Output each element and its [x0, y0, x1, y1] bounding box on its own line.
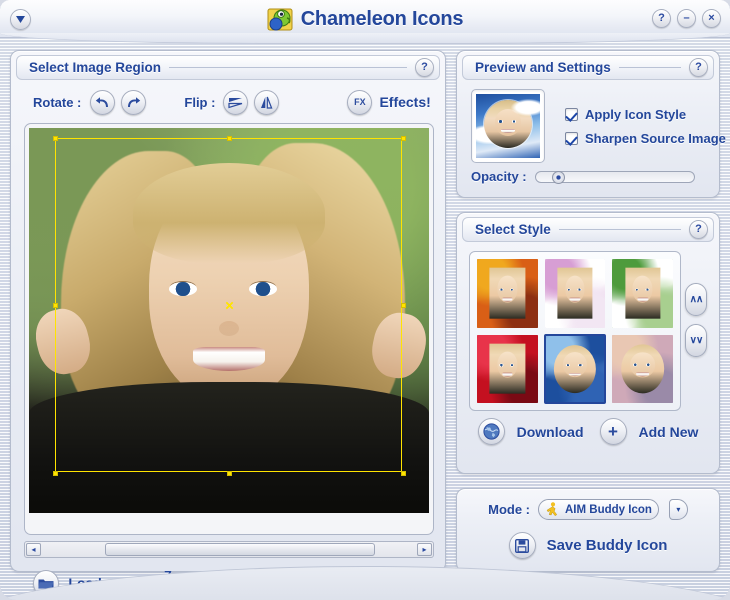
style-thumbnail-red-roses[interactable] [476, 334, 539, 405]
header-rule [169, 67, 407, 68]
add-new-button[interactable]: + [599, 418, 627, 445]
crop-center-marker[interactable] [223, 299, 236, 312]
region-help-button[interactable]: ? [415, 58, 434, 77]
checkbox-box[interactable] [565, 132, 578, 145]
style-thumbnail-green-ivy[interactable] [611, 258, 674, 329]
flip-horizontal-button[interactable] [223, 89, 249, 115]
save-buddy-icon-label[interactable]: Save Buddy Icon [547, 537, 668, 554]
help-button[interactable]: ? [652, 9, 671, 28]
image-tools-row: Rotate : Flip : FX Effects! [11, 84, 445, 120]
sharpen-source-image-checkbox[interactable]: Sharpen Source Image [565, 131, 726, 146]
flip-vertical-button[interactable] [254, 89, 280, 115]
chameleon-icon [267, 6, 293, 32]
crop-handle-middle-right[interactable] [401, 303, 406, 308]
style-portrait [489, 267, 525, 319]
style-action-row: Download + Add New [457, 418, 719, 445]
preview-portrait [484, 100, 532, 148]
download-label[interactable]: Download [517, 424, 584, 440]
style-portrait [625, 267, 661, 319]
region-panel-title: Select Image Region [29, 60, 162, 75]
apply-icon-style-label: Apply Icon Style [585, 107, 687, 122]
opacity-control: Opacity : [471, 169, 695, 184]
select-style-panel: Select Style ? ∧∧ ∨∨ Download + Add New [456, 212, 720, 474]
crop-handle-bottom-left[interactable] [53, 471, 58, 476]
preview-panel-title: Preview and Settings [475, 60, 611, 75]
title-center: Chameleon Icons [0, 3, 730, 35]
apply-icon-style-checkbox[interactable]: Apply Icon Style [565, 107, 686, 122]
opacity-slider-track[interactable] [534, 170, 695, 184]
rotate-right-button[interactable] [121, 89, 147, 115]
sharpen-source-image-label: Sharpen Source Image [585, 131, 726, 146]
style-thumbnail-blue-sky-clouds[interactable] [543, 333, 607, 404]
style-thumbnail-autumn-leaves[interactable] [476, 258, 539, 329]
minimize-button[interactable]: – [677, 9, 696, 28]
scroll-left-button[interactable]: ◂ [26, 543, 41, 556]
application-window: Chameleon Icons ? – × Select Image Regio… [0, 0, 730, 600]
mode-row: Mode : AIM Buddy Icon ▾ [457, 499, 719, 520]
header-rule [618, 67, 681, 68]
save-row: Save Buddy Icon [457, 532, 719, 559]
scrollbar-track[interactable] [42, 543, 416, 556]
save-buddy-icon-button[interactable] [508, 532, 536, 559]
opacity-slider-knob[interactable] [551, 170, 565, 184]
add-new-label[interactable]: Add New [639, 424, 699, 440]
style-scroll-down-button[interactable]: ∨∨ [685, 324, 707, 357]
mode-dropdown[interactable]: AIM Buddy Icon [538, 499, 659, 520]
rotate-right-icon [128, 96, 141, 107]
style-thumbnail-pink-blossom[interactable] [544, 258, 607, 329]
crop-handle-middle-left[interactable] [53, 303, 58, 308]
style-portrait [557, 267, 593, 319]
style-thumbnail-sunset-dusk[interactable] [611, 334, 674, 405]
style-grid[interactable] [469, 251, 681, 411]
style-portrait [553, 344, 597, 393]
scroll-right-button[interactable]: ▸ [417, 543, 432, 556]
style-panel-title: Select Style [475, 222, 551, 237]
effects-badge[interactable]: FX [347, 89, 373, 115]
image-canvas-container[interactable] [24, 123, 434, 535]
title-bar: Chameleon Icons ? – × [0, 0, 730, 44]
rotate-label: Rotate : [33, 94, 82, 110]
floppy-disk-icon [515, 538, 530, 553]
globe-icon [483, 423, 500, 440]
flip-label: Flip : [184, 94, 216, 110]
crop-handle-top-left[interactable] [53, 136, 58, 141]
style-help-button[interactable]: ? [689, 220, 708, 239]
window-buttons: ? – × [652, 9, 721, 28]
crop-selection-rectangle[interactable] [53, 136, 406, 476]
aim-running-man-icon [546, 502, 558, 517]
style-portrait [620, 344, 665, 394]
mode-label: Mode : [488, 502, 530, 517]
image-canvas[interactable] [29, 128, 429, 513]
style-portrait [489, 343, 525, 395]
region-panel-header: Select Image Region ? [16, 55, 440, 80]
crop-handle-bottom-right[interactable] [401, 471, 406, 476]
select-image-region-panel: Select Image Region ? Rotate : Flip : FX… [10, 50, 446, 598]
download-button[interactable] [477, 418, 505, 445]
style-panel-header: Select Style ? [462, 217, 714, 242]
mode-and-save-panel: Mode : AIM Buddy Icon ▾ Save Buddy Icon [456, 488, 720, 572]
crop-handle-top-center[interactable] [227, 136, 232, 141]
window-title: Chameleon Icons [300, 7, 464, 30]
mode-dropdown-arrow[interactable]: ▾ [668, 499, 688, 520]
preview-help-button[interactable]: ? [689, 58, 708, 77]
effects-button[interactable]: Effects! [379, 94, 430, 110]
preview-and-settings-panel: Preview and Settings ? Apply Icon Style … [456, 50, 726, 198]
preview-panel-header: Preview and Settings ? [462, 55, 714, 80]
mode-value: AIM Buddy Icon [565, 503, 652, 516]
canvas-horizontal-scrollbar[interactable]: ◂ ▸ [24, 541, 434, 558]
flip-horizontal-icon [228, 97, 243, 108]
flip-vertical-icon [261, 96, 273, 109]
checkbox-box[interactable] [565, 108, 578, 121]
crop-handle-top-right[interactable] [401, 136, 406, 141]
scrollbar-thumb[interactable] [105, 543, 375, 556]
style-scroll-up-button[interactable]: ∧∧ [685, 283, 707, 316]
rotate-left-icon [96, 96, 109, 107]
crop-handle-bottom-center[interactable] [227, 471, 232, 476]
close-button[interactable]: × [702, 9, 721, 28]
rotate-left-button[interactable] [90, 89, 116, 115]
style-scroll-buttons: ∧∧ ∨∨ [685, 283, 707, 357]
opacity-label: Opacity : [471, 169, 527, 184]
header-rule [558, 229, 681, 230]
icon-preview-thumbnail [471, 89, 545, 163]
